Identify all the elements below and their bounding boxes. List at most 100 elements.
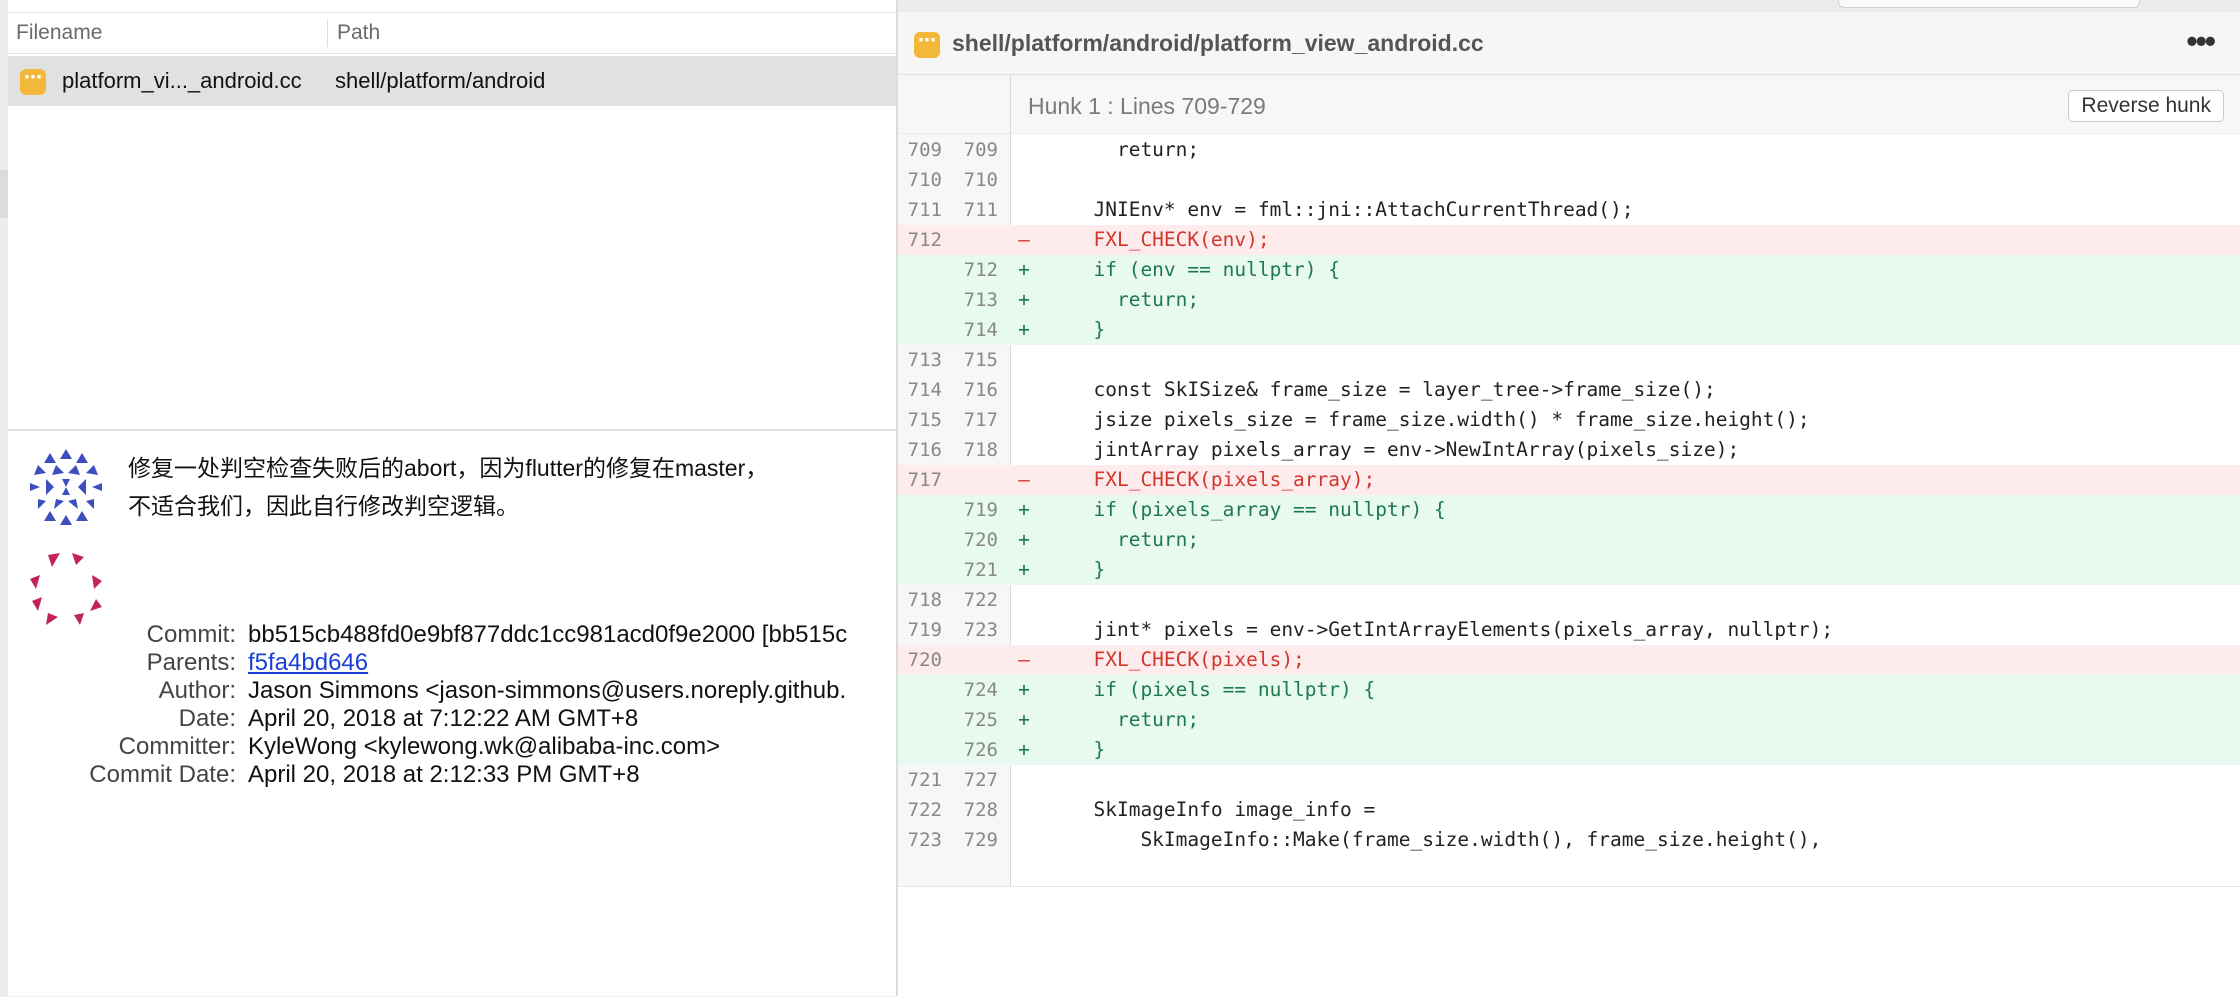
toolbar-edge <box>898 0 2240 12</box>
diff-file-header: ⋯ shell/platform/android/platform_view_a… <box>898 12 2240 75</box>
diff-line-text: SkImageInfo::Make(frame_size.width(), fr… <box>1070 828 1822 851</box>
old-line-number: 722 <box>907 799 942 821</box>
new-line-number: 726 <box>963 739 998 761</box>
diff-line-added[interactable]: 721 } + <box>898 555 2240 585</box>
new-line-number: 721 <box>963 559 998 581</box>
added-marker: + <box>1018 258 1030 281</box>
commit-date-label: Commit Date: <box>89 761 236 788</box>
added-marker: + <box>1018 528 1030 551</box>
file-table-header: Filename Path <box>8 12 896 54</box>
deleted-marker: – <box>1018 468 1030 491</box>
diff-line-text: if (pixels == nullptr) { <box>1070 678 1376 701</box>
changed-files-table: Filename Path ⋯ platform_vi..._android.c… <box>8 0 896 430</box>
commit-message: 修复一处判空检查失败后的abort，因为flutter的修复在master， 不… <box>128 449 868 525</box>
new-line-number: 728 <box>963 799 998 821</box>
diff-line-context[interactable]: 721 727 <box>898 765 2240 795</box>
column-separator[interactable] <box>327 19 328 47</box>
diff-line-added[interactable]: 712 if (env == nullptr) {+ <box>898 255 2240 285</box>
old-line-number: 716 <box>907 439 942 461</box>
author-avatar <box>30 449 102 525</box>
diff-line-added[interactable]: 719 if (pixels_array == nullptr) {+ <box>898 495 2240 525</box>
new-line-number: 714 <box>963 319 998 341</box>
diff-line-text: if (pixels_array == nullptr) { <box>1070 498 1446 521</box>
diff-line-context[interactable]: 714 716 const SkISize& frame_size = layer… <box>898 375 2240 405</box>
diff-line-added[interactable]: 713 return; + <box>898 285 2240 315</box>
diff-line-text: if (env == nullptr) { <box>1070 258 1341 281</box>
code-file-icon: ⋯ <box>20 69 46 95</box>
diff-line-text: jint* pixels = env->GetIntArrayElements(… <box>1070 618 1834 641</box>
added-marker: + <box>1018 708 1030 731</box>
reverse-hunk-button[interactable]: Reverse hunk <box>2068 90 2224 122</box>
new-line-number: 716 <box>963 379 998 401</box>
file-row[interactable]: ⋯ platform_vi..._android.cc shell/platfo… <box>8 56 896 106</box>
diff-line-text: const SkISize& frame_size = layer_tree->… <box>1070 378 1716 401</box>
diff-line-context[interactable]: 715 717 jsize pixels_size = frame_size.wi… <box>898 405 2240 435</box>
diff-line-context[interactable]: 711 711 JNIEnv* env = fml::jni::AttachCur… <box>898 195 2240 225</box>
new-line-number: 717 <box>963 409 998 431</box>
diff-line-text: jintArray pixels_array = env->NewIntArra… <box>1070 438 1740 461</box>
diff-line-context[interactable]: 716 718 jintArray pixels_array = env->New… <box>898 435 2240 465</box>
diff-line-text: FXL_CHECK(pixels_array); <box>1070 468 1376 491</box>
commit-details: 修复一处判空检查失败后的abort，因为flutter的修复在master， 不… <box>8 431 896 996</box>
diff-line-text: return; <box>1070 528 1200 551</box>
diff-line-text: } <box>1070 738 1106 761</box>
added-marker: + <box>1018 678 1030 701</box>
diff-line-context[interactable]: 719 723 jint* pixels = env->GetIntArrayEl… <box>898 615 2240 645</box>
old-line-number: 720 <box>898 645 942 675</box>
diff-file-path: shell/platform/android/platform_view_and… <box>952 30 1484 56</box>
commit-date-row: Commit Date: April 20, 2018 at 2:12:33 P… <box>8 755 896 795</box>
new-line-number: 723 <box>963 619 998 641</box>
column-header-path[interactable]: Path <box>337 13 380 53</box>
diff-line-added[interactable]: 724 if (pixels == nullptr) { + <box>898 675 2240 705</box>
hunk-header: Hunk 1 : Lines 709-729 Reverse hunk <box>898 75 2240 134</box>
diff-line-deleted[interactable]: 720 FXL_CHECK(pixels); – <box>898 645 2240 675</box>
new-line-number: 715 <box>963 349 998 371</box>
diff-line-added[interactable]: 720 return; + <box>898 525 2240 555</box>
new-line-number: 729 <box>963 829 998 851</box>
old-line-number: 711 <box>907 199 942 221</box>
diff-line-text: SkImageInfo image_info = <box>1070 798 1376 821</box>
column-header-filename[interactable]: Filename <box>16 13 102 53</box>
new-line-number: 725 <box>963 709 998 731</box>
old-line-number: 715 <box>907 409 942 431</box>
diff-line-added[interactable]: 714 } + <box>898 315 2240 345</box>
commit-date-value: April 20, 2018 at 2:12:33 PM GMT+8 <box>248 761 640 788</box>
new-line-number: 724 <box>963 679 998 701</box>
old-line-number: 718 <box>907 589 942 611</box>
diff-line-context[interactable]: 713 715 <box>898 345 2240 375</box>
new-line-number: 720 <box>963 529 998 551</box>
added-marker: + <box>1018 318 1030 341</box>
diff-line-deleted[interactable]: 712 FXL_CHECK(env); – <box>898 225 2240 255</box>
more-options-button[interactable]: ••• <box>2186 12 2216 70</box>
new-line-number: 710 <box>963 169 998 191</box>
diff-line-context[interactable]: 723 729 SkImageInfo::Make(frame_size.widt… <box>898 825 2240 855</box>
search-field-edge[interactable] <box>1838 0 2140 8</box>
diff-line-text: jsize pixels_size = frame_size.width() *… <box>1070 408 1810 431</box>
old-line-number: 714 <box>907 379 942 401</box>
diff-line-added[interactable]: 725 return; + <box>898 705 2240 735</box>
file-row-path: shell/platform/android <box>335 68 546 93</box>
old-line-number: 723 <box>907 829 942 851</box>
new-line-number: 727 <box>963 769 998 791</box>
diff-pane: ⋯ shell/platform/android/platform_view_a… <box>898 0 2240 997</box>
old-line-number: 719 <box>907 619 942 641</box>
diff-line-context[interactable]: 709 709 return; <box>898 135 2240 165</box>
old-line-number: 712 <box>898 225 942 255</box>
diff-line-text: } <box>1070 558 1106 581</box>
commit-message-line: 不适合我们，因此自行修改判空逻辑。 <box>128 493 519 519</box>
diff-line-text: } <box>1070 318 1106 341</box>
added-marker: + <box>1018 558 1030 581</box>
added-marker: + <box>1018 288 1030 311</box>
new-line-number: 722 <box>963 589 998 611</box>
new-line-number: 718 <box>963 439 998 461</box>
diff-line-added[interactable]: 726 } + <box>898 735 2240 765</box>
new-line-number: 719 <box>963 499 998 521</box>
diff-line-context[interactable]: 722 728 SkImageInfo image_info = <box>898 795 2240 825</box>
diff-line-deleted[interactable]: 717 FXL_CHECK(pixels_array); – <box>898 465 2240 495</box>
diff-line-context[interactable]: 718 722 <box>898 585 2240 615</box>
commit-message-line: 修复一处判空检查失败后的abort，因为flutter的修复在master， <box>128 455 769 481</box>
new-line-number: 713 <box>963 289 998 311</box>
diff-line-context[interactable]: 710 710 <box>898 165 2240 195</box>
code-file-icon: ⋯ <box>914 32 940 58</box>
new-line-number: 711 <box>963 199 998 221</box>
